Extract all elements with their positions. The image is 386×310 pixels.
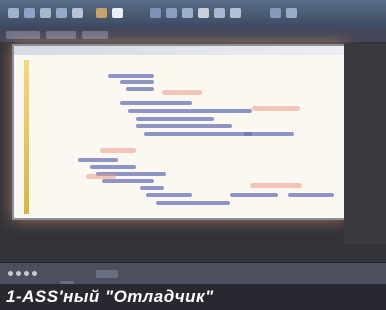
code-line — [230, 193, 278, 197]
code-area[interactable] — [38, 62, 338, 212]
code-line — [126, 87, 154, 91]
cut-icon[interactable] — [40, 8, 51, 18]
editor-titlebar — [14, 46, 344, 55]
status-indicator — [32, 271, 37, 276]
code-line — [120, 101, 192, 105]
tab-row — [0, 28, 386, 42]
highlight-smear — [86, 174, 116, 179]
highlight-smear — [250, 183, 302, 188]
code-line — [120, 80, 154, 84]
step-over-icon[interactable] — [182, 8, 193, 18]
stop-icon[interactable] — [230, 8, 241, 18]
code-editor-window[interactable] — [12, 44, 346, 220]
options-icon[interactable] — [286, 8, 297, 18]
copy-icon[interactable] — [56, 8, 67, 18]
debugger-screenshot — [0, 0, 386, 285]
code-line — [90, 165, 136, 169]
highlight-smear — [162, 90, 202, 95]
status-field — [96, 270, 118, 278]
watch-icon[interactable] — [214, 8, 225, 18]
breakpoint-gutter[interactable] — [24, 60, 29, 214]
status-indicator — [24, 271, 29, 276]
code-line — [102, 179, 154, 183]
status-bar — [0, 262, 386, 285]
tab-form[interactable] — [46, 31, 76, 39]
step-into-icon[interactable] — [166, 8, 177, 18]
figure-caption: 1-ASS'ный "Отладчик" — [0, 284, 386, 310]
undo-icon[interactable] — [96, 8, 107, 18]
code-line — [140, 186, 164, 190]
status-indicator — [8, 271, 13, 276]
code-line — [156, 201, 230, 205]
open-icon[interactable] — [8, 8, 19, 18]
highlight-smear — [100, 148, 136, 153]
tab-watch[interactable] — [82, 31, 108, 39]
code-line — [146, 193, 192, 197]
code-line — [288, 193, 334, 197]
status-indicator — [16, 271, 21, 276]
breakpoint-icon[interactable] — [198, 8, 209, 18]
save-icon[interactable] — [24, 8, 35, 18]
find-icon[interactable] — [270, 8, 281, 18]
highlight-smear — [252, 106, 300, 111]
paste-icon[interactable] — [72, 8, 83, 18]
code-line — [136, 117, 214, 121]
code-line — [136, 124, 232, 128]
code-line — [144, 132, 252, 136]
right-panel — [344, 44, 386, 244]
code-line — [128, 109, 252, 113]
code-line — [78, 158, 118, 162]
toolbar — [0, 0, 386, 29]
redo-icon[interactable] — [112, 8, 123, 18]
run-icon[interactable] — [150, 8, 161, 18]
tab-module[interactable] — [6, 31, 40, 39]
code-line — [244, 132, 294, 136]
code-line — [108, 74, 154, 78]
